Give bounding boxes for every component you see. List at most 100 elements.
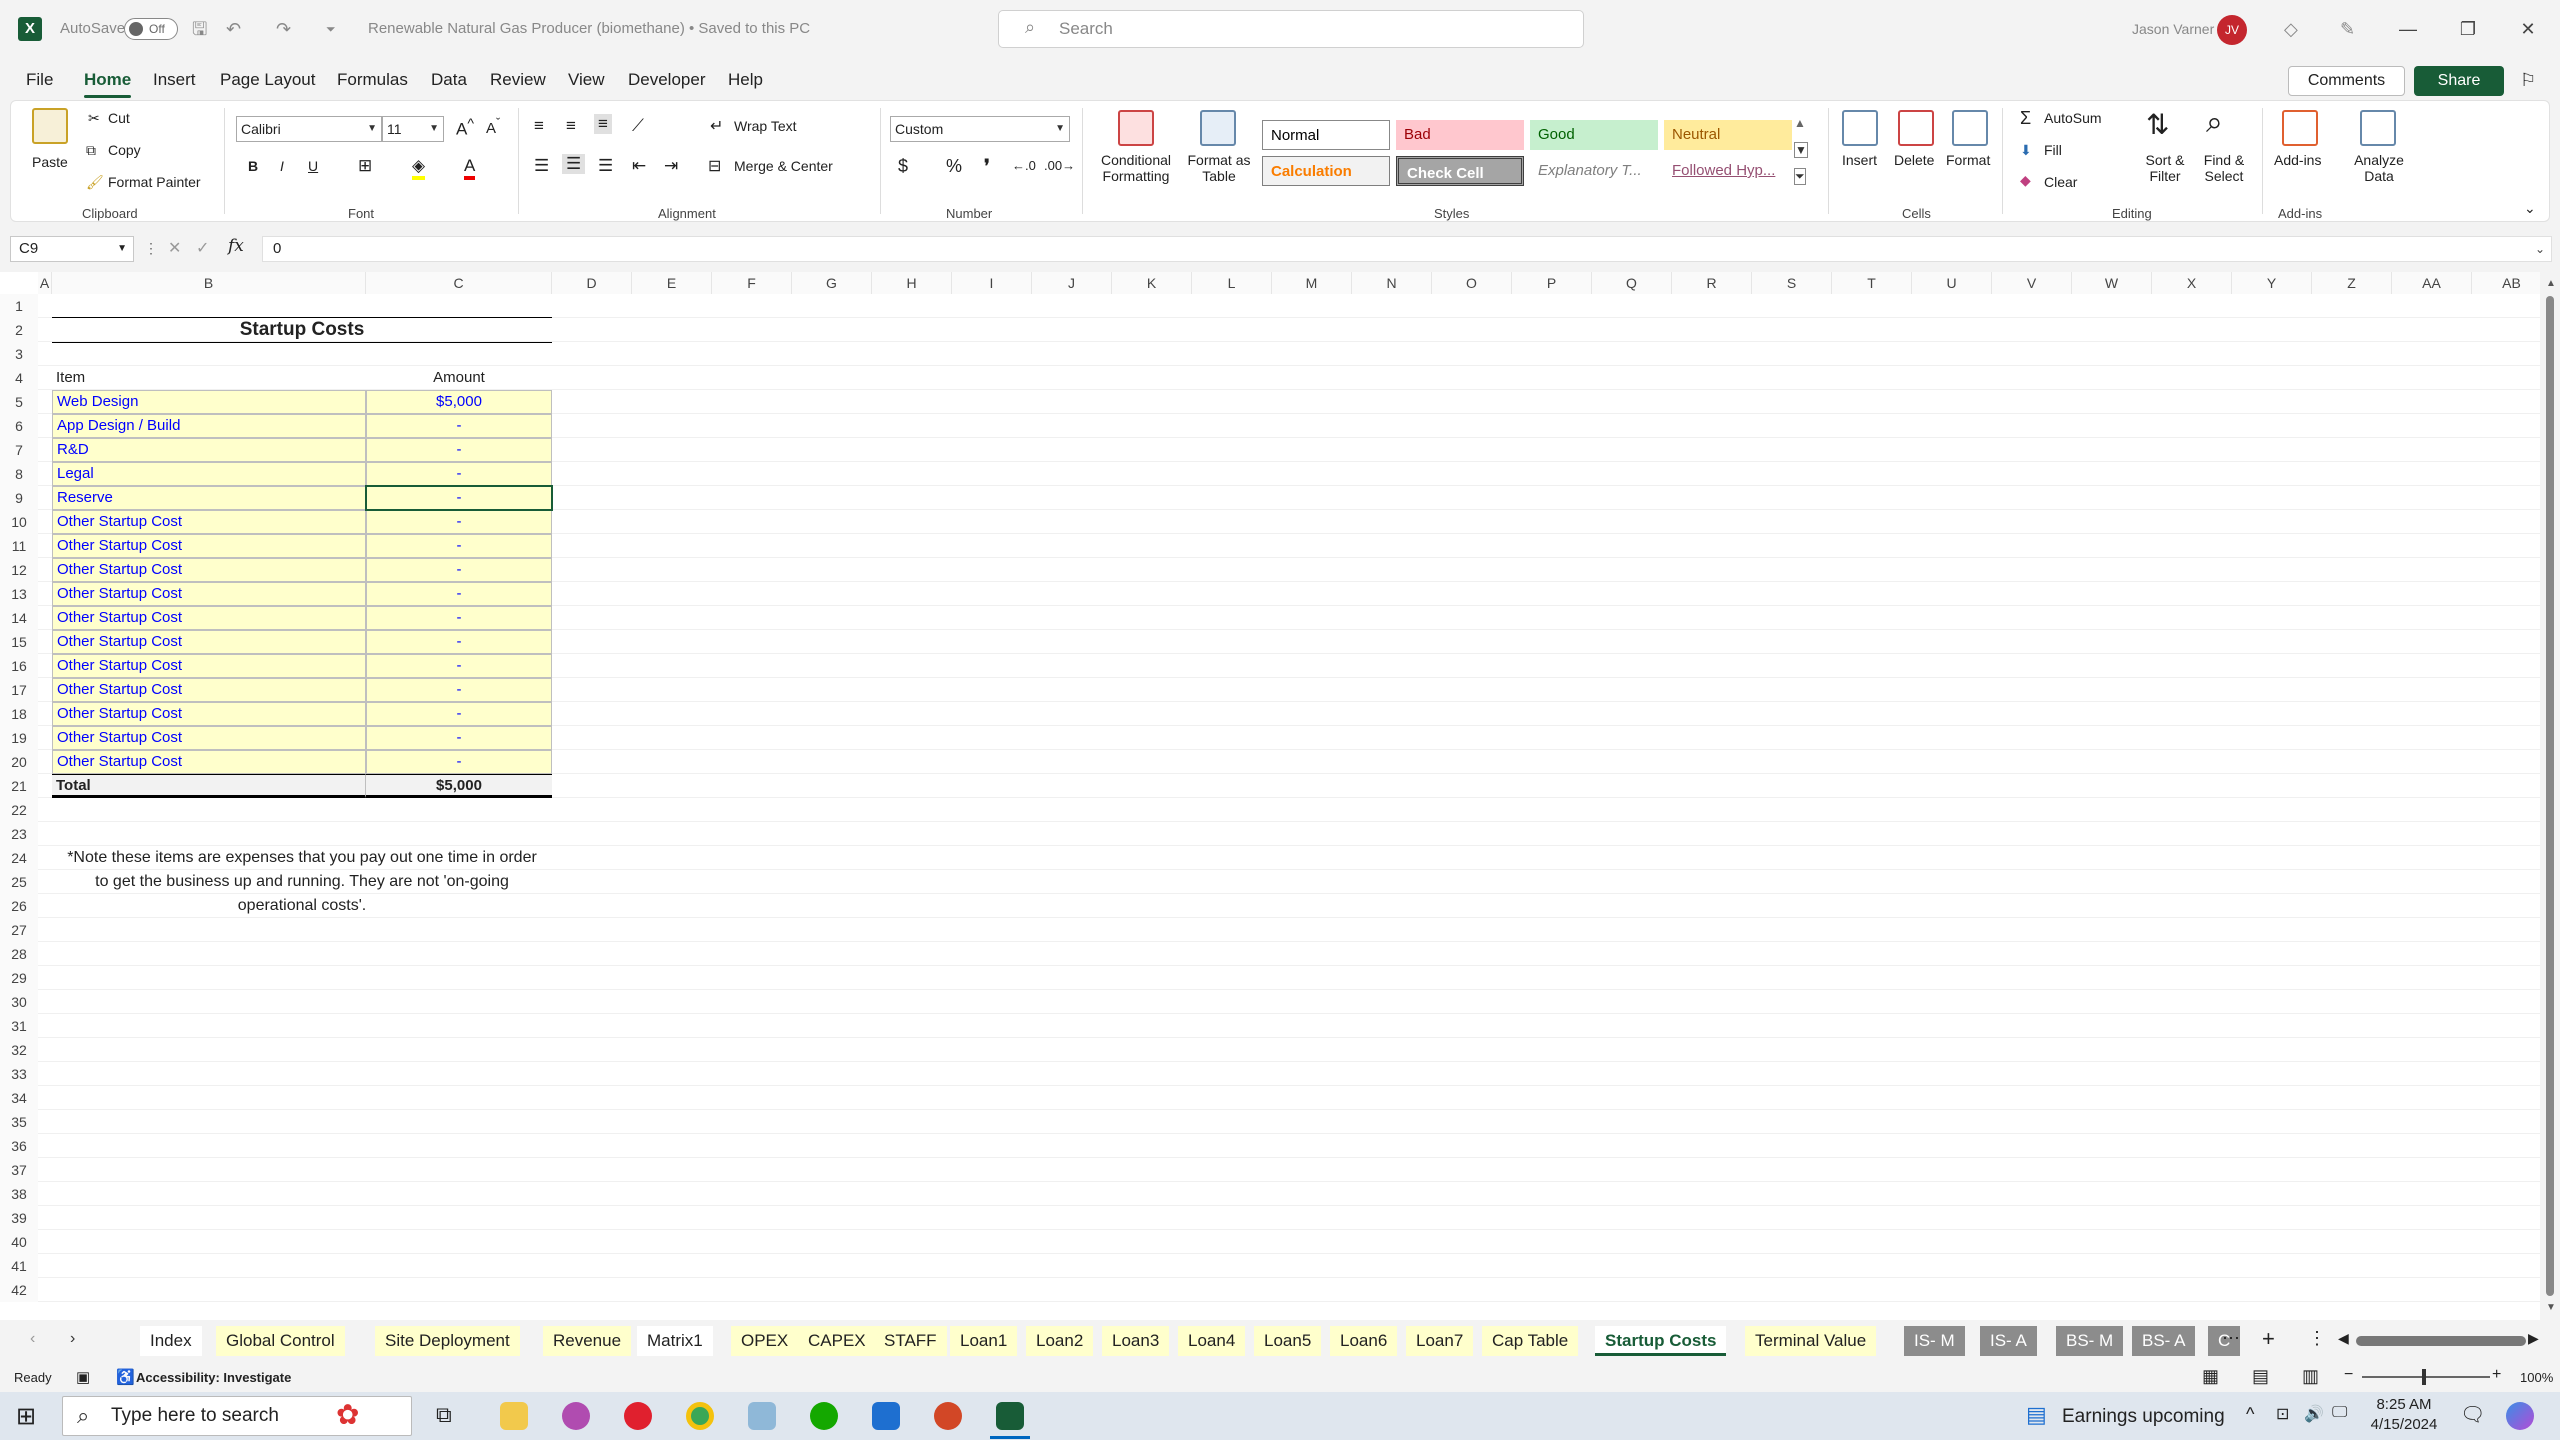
style-neutral[interactable]: Neutral <box>1664 120 1792 150</box>
page-break-view-icon[interactable]: ▥ <box>2302 1366 2319 1387</box>
row-header[interactable]: 31 <box>0 1014 38 1038</box>
app-icon[interactable] <box>748 1402 776 1430</box>
analyze-data-button[interactable]: Analyze Data <box>2344 152 2414 184</box>
cut-button[interactable]: Cut <box>108 110 130 126</box>
news-icon[interactable]: ▤ <box>2026 1402 2047 1428</box>
powerpoint-icon[interactable] <box>934 1402 962 1430</box>
row-header[interactable]: 38 <box>0 1182 38 1206</box>
row-header[interactable]: 41 <box>0 1254 38 1278</box>
style-explanatory[interactable]: Explanatory T... <box>1530 156 1658 186</box>
item-cell[interactable]: Legal <box>52 462 366 486</box>
autosave-toggle[interactable]: Off <box>124 18 178 40</box>
search-box[interactable]: ⌕ Search <box>998 10 1584 48</box>
restore-button[interactable]: ❐ <box>2448 10 2488 48</box>
column-header[interactable]: E <box>632 272 712 294</box>
amount-cell[interactable]: - <box>366 750 552 774</box>
share-button[interactable]: Share <box>2414 66 2504 96</box>
menu-data[interactable]: Data <box>431 62 467 98</box>
macro-record-icon[interactable]: ▣ <box>76 1368 90 1386</box>
sheet-tab[interactable]: CAPEX <box>798 1326 876 1356</box>
row-header[interactable]: 11 <box>0 534 38 558</box>
amount-cell[interactable]: $5,000 <box>366 390 552 414</box>
column-header[interactable]: X <box>2152 272 2232 294</box>
row-header[interactable]: 35 <box>0 1110 38 1134</box>
amount-cell[interactable]: - <box>366 630 552 654</box>
sheet-tab[interactable]: Loan6 <box>1330 1326 1398 1356</box>
worksheet-grid[interactable]: A B C D E F G H I J K L M N O P Q R S T U V W X Y Z AA AB 123456789… <box>0 272 2540 1320</box>
row-header[interactable]: 17 <box>0 678 38 702</box>
item-cell[interactable]: App Design / Build <box>52 414 366 438</box>
column-header[interactable]: I <box>952 272 1032 294</box>
meet-now-icon[interactable]: ⊡ <box>2276 1404 2289 1424</box>
column-header[interactable]: A <box>38 272 52 294</box>
clock-date[interactable]: 4/15/2024 <box>2364 1416 2444 1433</box>
insert-cells-button[interactable]: Insert <box>1842 152 1877 168</box>
row-header[interactable]: 20 <box>0 750 38 774</box>
accessibility-icon[interactable]: ♿ <box>116 1368 135 1386</box>
borders-icon[interactable]: ⊞ <box>358 156 372 176</box>
total-label[interactable]: Total <box>52 774 366 798</box>
conditional-formatting-button[interactable]: Conditional Formatting <box>1094 152 1178 184</box>
row-header[interactable]: 37 <box>0 1158 38 1182</box>
item-cell[interactable]: Web Design <box>52 390 366 414</box>
item-cell[interactable]: Other Startup Cost <box>52 558 366 582</box>
menu-home[interactable]: Home <box>84 62 132 98</box>
sheet-tab[interactable]: IS- A <box>1980 1326 2037 1356</box>
row-header[interactable]: 34 <box>0 1086 38 1110</box>
percent-button[interactable]: % <box>946 156 962 177</box>
user-name[interactable]: Jason Varner <box>2132 0 2214 58</box>
delete-cells-icon[interactable] <box>1898 110 1934 146</box>
add-ins-button[interactable]: Add-ins <box>2274 152 2321 168</box>
close-button[interactable]: ✕ <box>2508 10 2548 48</box>
column-header[interactable]: V <box>1992 272 2072 294</box>
comments-button[interactable]: Comments <box>2288 66 2405 96</box>
row-header[interactable]: 13 <box>0 582 38 606</box>
paste-icon[interactable] <box>32 108 68 144</box>
menu-help[interactable]: Help <box>728 62 763 98</box>
normal-view-icon[interactable]: ▦ <box>2202 1366 2219 1387</box>
fill-icon[interactable]: ⬇ <box>2020 142 2032 159</box>
customize-qat-icon[interactable]: ⏷ <box>326 0 336 58</box>
item-cell[interactable]: Other Startup Cost <box>52 630 366 654</box>
find-select-button[interactable]: Find & Select <box>2194 152 2254 184</box>
amount-cell[interactable]: - <box>366 558 552 582</box>
header-item[interactable]: Item <box>56 366 85 390</box>
fill-color-icon[interactable]: ◈ <box>412 156 426 180</box>
sheet-tab[interactable]: OPEX <box>731 1326 799 1356</box>
fill-button[interactable]: Fill <box>2044 142 2062 158</box>
tray-chevron-icon[interactable]: ^ <box>2246 1404 2254 1425</box>
row-header[interactable]: 22 <box>0 798 38 822</box>
row-header[interactable]: 14 <box>0 606 38 630</box>
column-header[interactable]: Q <box>1592 272 1672 294</box>
increase-decimal-icon[interactable]: ←.0 <box>1012 158 1036 173</box>
sheet-tab[interactable]: Loan3 <box>1102 1326 1170 1356</box>
page-layout-view-icon[interactable]: ▤ <box>2252 1366 2269 1387</box>
diamond-icon[interactable]: ◇ <box>2284 0 2298 58</box>
sheet-tab[interactable]: Startup Costs <box>1595 1326 1727 1356</box>
column-header[interactable]: U <box>1912 272 1992 294</box>
avatar[interactable]: JV <box>2217 15 2247 45</box>
decrease-decimal-icon[interactable]: .00→ <box>1044 158 1075 173</box>
sheet-tab[interactable]: Index <box>140 1326 202 1356</box>
tab-scroll-left-icon[interactable]: ‹ <box>30 1330 35 1348</box>
conditional-formatting-icon[interactable] <box>1118 110 1154 146</box>
style-check-cell[interactable]: Check Cell <box>1396 156 1524 186</box>
zoom-out-icon[interactable]: − <box>2344 1366 2353 1384</box>
format-as-table-icon[interactable] <box>1200 110 1236 146</box>
opera-icon[interactable] <box>624 1402 652 1430</box>
decrease-font-icon[interactable]: Aˇ <box>486 116 500 137</box>
row-header[interactable]: 26 <box>0 894 38 918</box>
column-header[interactable]: B <box>52 272 366 294</box>
delete-cells-button[interactable]: Delete <box>1894 152 1934 168</box>
column-header[interactable]: D <box>552 272 632 294</box>
column-header[interactable]: L <box>1192 272 1272 294</box>
sheet-tab[interactable]: STAFF <box>874 1326 947 1356</box>
h-scroll-left-icon[interactable]: ◀ <box>2338 1330 2349 1347</box>
styles-expand-icon[interactable]: ⏷ <box>1794 168 1806 185</box>
add-sheet-icon[interactable]: + <box>2262 1326 2275 1352</box>
row-header[interactable]: 12 <box>0 558 38 582</box>
item-cell[interactable]: Other Startup Cost <box>52 750 366 774</box>
cancel-entry-icon[interactable]: ✕ <box>168 238 181 258</box>
row-header[interactable]: 29 <box>0 966 38 990</box>
row-header[interactable]: 4 <box>0 366 38 390</box>
